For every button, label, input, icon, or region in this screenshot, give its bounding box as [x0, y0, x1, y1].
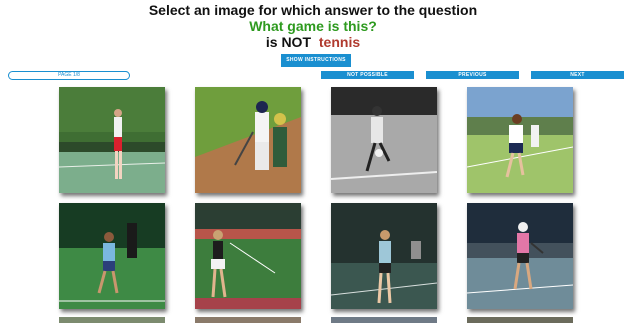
image-option-3[interactable] — [331, 87, 437, 193]
next-button[interactable]: NEXT — [531, 71, 624, 79]
tennis-court-photo — [59, 87, 165, 193]
image-option-9[interactable] — [59, 317, 165, 323]
image-option-4[interactable] — [467, 87, 573, 193]
image-option-10[interactable] — [195, 317, 301, 323]
answer-line: is NOT tennis — [0, 34, 626, 50]
image-option-7[interactable] — [331, 203, 437, 309]
page-indicator: PAGE 1/8 — [8, 71, 130, 80]
image-option-12[interactable] — [467, 317, 573, 323]
question-text: What game is this? — [249, 18, 377, 34]
previous-button[interactable]: PREVIOUS — [426, 71, 519, 79]
image-option-6[interactable] — [195, 203, 301, 309]
soccer-photo — [331, 87, 437, 193]
baseball-photo — [195, 87, 301, 193]
dark-court-tennis-photo — [331, 203, 437, 309]
instruction-heading: Select an image for which answer to the … — [148, 2, 478, 18]
image-option-8[interactable] — [467, 203, 573, 309]
image-option-11[interactable] — [331, 317, 437, 323]
woman-tennis-photo — [195, 203, 301, 309]
image-option-2[interactable] — [195, 87, 301, 193]
grass-tennis-photo — [467, 87, 573, 193]
image-option-5[interactable] — [59, 203, 165, 309]
negation-label: is NOT — [265, 34, 311, 50]
image-option-1[interactable] — [59, 87, 165, 193]
show-instructions-button[interactable]: SHOW INSTRUCTIONS — [281, 54, 351, 67]
not-possible-button[interactable]: NOT POSSIBLE — [321, 71, 414, 79]
pink-tennis-photo — [467, 203, 573, 309]
tennis-player-photo — [59, 203, 165, 309]
answer-text: tennis — [318, 34, 361, 50]
